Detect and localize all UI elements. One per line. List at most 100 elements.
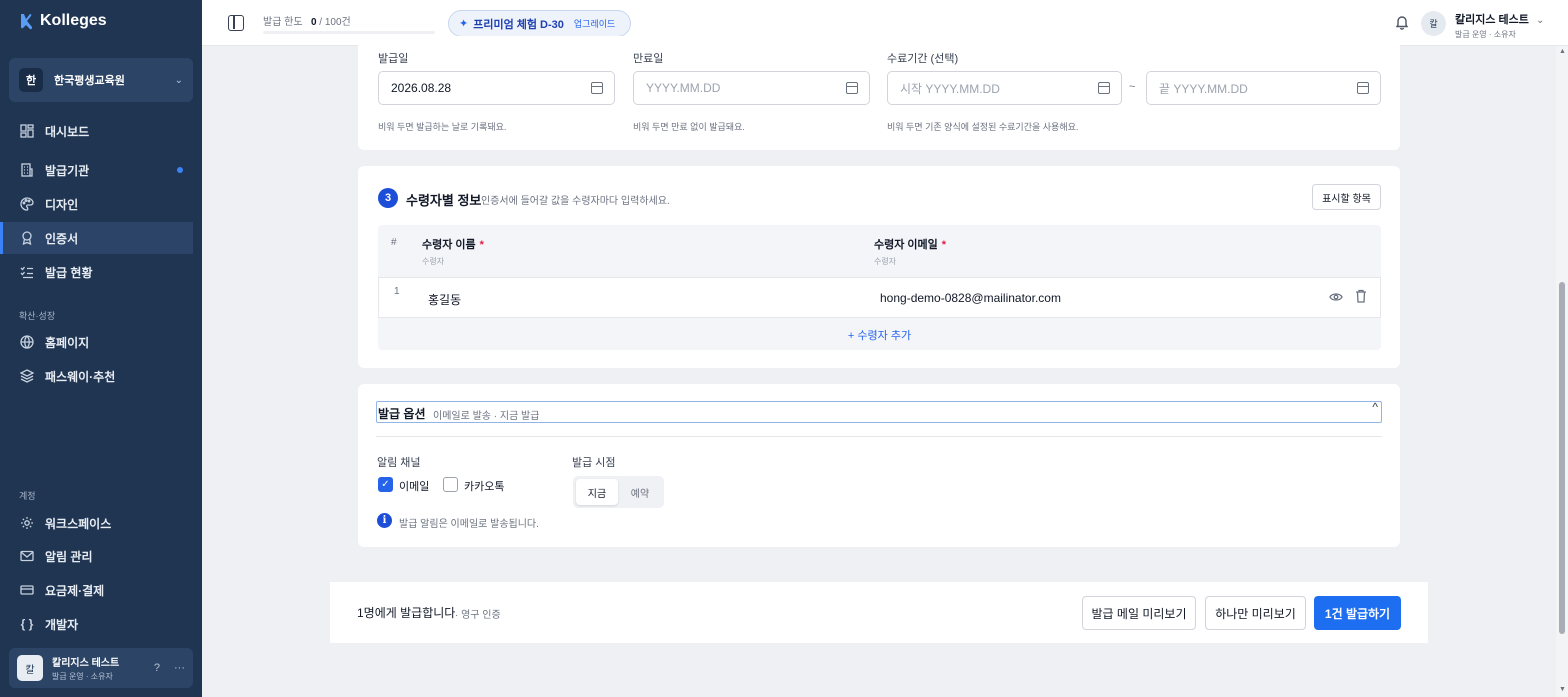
step-badge: 3 [378, 188, 398, 208]
list-check-icon [19, 264, 35, 280]
sidebar-item-notifications[interactable]: 알림 관리 [0, 540, 193, 572]
gear-icon [19, 515, 35, 531]
sidebar-item-label: 발급 현황 [45, 265, 93, 280]
scroll-up-icon[interactable]: ▲ [1559, 48, 1566, 55]
card-icon [19, 582, 35, 598]
calendar-icon[interactable] [846, 82, 858, 94]
chevron-down-icon[interactable]: ⌄ [1536, 15, 1544, 26]
period-label: 수료기간 (선택) [887, 53, 959, 65]
code-icon: { } [20, 617, 34, 631]
chevron-down-icon: ⌄ [174, 74, 183, 86]
action-bar: 1명에게 발급합니다 · 영구 인증 발급 메일 미리보기 하나만 미리보기 1… [330, 582, 1428, 643]
eye-icon[interactable] [1329, 291, 1343, 303]
scrollbar[interactable]: ▲ ▼ [1556, 46, 1568, 697]
sidebar-item-issue-status[interactable]: 발급 현황 [0, 256, 193, 288]
logo-icon [21, 14, 32, 30]
award-icon [19, 230, 35, 246]
sidebar-item-issuers[interactable]: 발급기관 [0, 154, 193, 186]
more-icon[interactable]: ··· [174, 662, 185, 674]
sidebar-item-workspace[interactable]: 워크스페이스 [0, 507, 193, 539]
sidebar-item-billing[interactable]: 요금제·결제 [0, 574, 193, 606]
user-card[interactable]: 칼 칼리지스 테스트 발급 운영 · 소유자 ? ··· [9, 648, 193, 688]
period-end-input[interactable]: 끝 YYYY.MM.DD [1146, 71, 1381, 105]
avatar: 칼 [17, 655, 43, 681]
issue-button[interactable]: 1건 발급하기 [1314, 596, 1401, 630]
chevron-up-icon[interactable]: ^ [1372, 400, 1378, 414]
kakao-checkbox-label[interactable]: 카카오톡 [464, 478, 504, 494]
display-fields-button[interactable]: 표시할 항목 [1312, 184, 1381, 210]
calendar-icon[interactable] [1098, 82, 1110, 94]
avatar[interactable]: 칼 [1421, 11, 1446, 36]
section-title: 수령자별 정보 [406, 193, 482, 208]
upgrade-link[interactable]: 업그레이드 [574, 17, 615, 30]
building-icon [19, 162, 35, 178]
bell-icon[interactable] [1394, 14, 1410, 30]
timing-now-option[interactable]: 지금 [576, 479, 618, 505]
divider [376, 436, 1382, 437]
notification-dot [177, 167, 183, 173]
issue-options-header[interactable]: 발급 옵션 이메일로 발송 · 지금 발급 ^ [376, 400, 1382, 423]
issue-date-input[interactable]: 2026.08.28 [378, 71, 615, 105]
sidebar-item-label: 개발자 [45, 617, 79, 632]
expire-date-label: 만료일 [633, 53, 664, 65]
user-menu[interactable]: 칼리지스 테스트 발급 운영 · 소유자 [1455, 11, 1529, 40]
quota-progress-bar [263, 31, 435, 34]
layers-icon [19, 368, 35, 384]
issue-summary: 1명에게 발급합니다 [357, 606, 456, 620]
sidebar-item-pathway[interactable]: 패스웨이·추천 [0, 360, 193, 392]
premium-trial-badge[interactable]: ✦ 프리미엄 체험 D-30 업그레이드 [448, 10, 631, 37]
issue-date-label: 발급일 [378, 53, 409, 65]
globe-icon [19, 334, 35, 350]
column-sub-email: 수령자 [874, 257, 897, 266]
help-icon[interactable]: ? [154, 662, 160, 674]
sidebar-item-dashboard[interactable]: 대시보드 [0, 115, 193, 147]
calendar-icon[interactable] [1357, 82, 1369, 94]
user-role: 발급 운영 · 소유자 [1455, 30, 1516, 39]
sidebar-item-developer[interactable]: { } 개발자 [0, 608, 193, 640]
sidebar-item-design[interactable]: 디자인 [0, 188, 193, 220]
sidebar-item-label: 디자인 [45, 197, 79, 212]
sidebar-item-label: 패스웨이·추천 [45, 369, 116, 384]
recipient-email-cell[interactable]: hong-demo-0828@mailinator.com [880, 291, 1061, 305]
calendar-icon[interactable] [591, 82, 603, 94]
issue-options-title: 발급 옵션 [378, 407, 426, 421]
sidebar-item-label: 발급기관 [45, 163, 90, 178]
recipient-name-cell[interactable]: 홍길동 [428, 291, 461, 308]
org-switcher[interactable]: 한 한국평생교육원 ⌄ [9, 58, 193, 102]
email-checkbox-label[interactable]: 이메일 [399, 478, 429, 494]
app-name: Kolleges [40, 12, 107, 29]
required-mark: * [479, 239, 484, 251]
row-number: 1 [394, 286, 400, 297]
issue-options-summary: 이메일로 발송 · 지금 발급 [433, 411, 540, 422]
sidebar-toggle-icon[interactable] [228, 15, 244, 31]
app-logo[interactable]: Kolleges [18, 12, 107, 30]
add-recipient-button[interactable]: + 수령자 추가 [378, 327, 1381, 343]
kakao-checkbox[interactable] [443, 477, 458, 492]
column-header-email-label: 수령자 이메일 [874, 239, 938, 251]
sidebar-item-label: 인증서 [45, 231, 79, 246]
user-role: 발급 운영 · 소유자 [52, 672, 113, 681]
sidebar-item-label: 워크스페이스 [45, 516, 112, 531]
preview-one-button[interactable]: 하나만 미리보기 [1205, 596, 1306, 630]
sidebar-item-certificates[interactable]: 인증서 [0, 222, 193, 254]
email-checkbox[interactable]: ✓ [378, 477, 393, 492]
column-header-name: 수령자 이름 * [422, 236, 484, 252]
palette-icon [19, 196, 35, 212]
mail-icon [19, 548, 35, 564]
sidebar: Kolleges 한 한국평생교육원 ⌄ 대시보드 발급기관 디자인 인증서 발… [0, 0, 202, 697]
timing-scheduled-option[interactable]: 예약 [619, 479, 661, 505]
preview-mail-button[interactable]: 발급 메일 미리보기 [1082, 596, 1196, 630]
period-start-input[interactable]: 시작 YYYY.MM.DD [887, 71, 1122, 105]
info-text: 발급 알림은 이메일로 발송됩니다. [399, 519, 539, 530]
sidebar-item-label: 알림 관리 [45, 549, 93, 564]
channel-label: 알림 채널 [377, 457, 421, 469]
org-name: 한국평생교육원 [54, 75, 125, 87]
scrollbar-thumb[interactable] [1559, 282, 1565, 634]
trash-icon[interactable] [1355, 289, 1367, 303]
expire-date-input[interactable]: YYYY.MM.DD [633, 71, 870, 105]
premium-label: 프리미엄 체험 D-30 [473, 18, 564, 31]
recipients-table: # 수령자 이름 * 수령자 수령자 이메일 * 수령자 1 홍길동 hong-de… [378, 225, 1381, 350]
dashboard-icon [19, 123, 35, 139]
sidebar-item-homepage[interactable]: 홈페이지 [0, 326, 193, 358]
scroll-down-icon[interactable]: ▼ [1559, 686, 1566, 693]
